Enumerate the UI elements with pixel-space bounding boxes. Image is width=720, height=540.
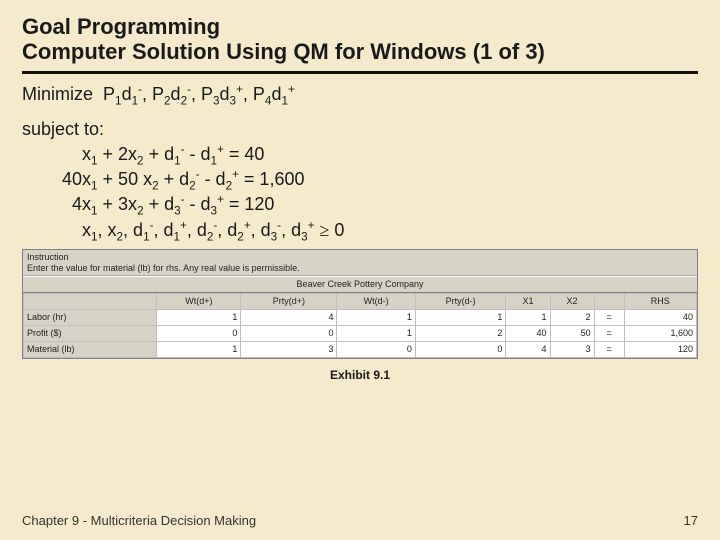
nonnegativity: x1, x2, d1-, d1+, d2-, d2+, d3-, d3+ ≥ 0	[22, 218, 698, 243]
minimize-label: Minimize	[22, 84, 93, 104]
table-header-cell: RHS	[624, 293, 696, 309]
table-header-cell: X1	[506, 293, 550, 309]
instruction-box: Instruction Enter the value for material…	[23, 250, 697, 277]
table-cell[interactable]: 40	[506, 325, 550, 341]
table-cell[interactable]: 1	[415, 309, 506, 325]
title-line1: Goal Programming	[22, 14, 220, 39]
table-cell[interactable]: =	[594, 325, 624, 341]
qm-window: Instruction Enter the value for material…	[22, 249, 698, 359]
table-cell[interactable]: 1	[506, 309, 550, 325]
table-cell[interactable]: 50	[550, 325, 594, 341]
table-cell[interactable]: 0	[241, 325, 337, 341]
table-header-cell: X2	[550, 293, 594, 309]
table-cell[interactable]: 0	[415, 341, 506, 357]
title-line2: Computer Solution Using QM for Windows (…	[22, 39, 545, 64]
table-cell[interactable]: 0	[157, 325, 241, 341]
table-body: Labor (hr)141112=40Profit ($)00124050=1,…	[24, 309, 697, 357]
footer-page-number: 17	[684, 513, 698, 528]
table-header-cell: Prty(d+)	[241, 293, 337, 309]
table-cell[interactable]: =	[594, 341, 624, 357]
instruction-text: Enter the value for material (lb) for rh…	[27, 263, 693, 274]
slide-footer: Chapter 9 - Multicriteria Decision Makin…	[22, 513, 698, 528]
table-header-cell: Prty(d-)	[415, 293, 506, 309]
data-table: Wt(d+)Prty(d+)Wt(d-)Prty(d-)X1X2 RHS Labo…	[23, 293, 697, 358]
table-cell[interactable]: 1	[157, 341, 241, 357]
objective-terms: P1d1-, P2d2-, P3d3+, P4d1+	[103, 84, 295, 104]
constraints-block: subject to: x1 + 2x2 + d1- - d1+ = 40 40…	[22, 117, 698, 243]
table-row: Labor (hr)141112=40	[24, 309, 697, 325]
rhs-cell[interactable]: 1,600	[624, 325, 696, 341]
objective-term: P4d1+	[253, 84, 295, 104]
objective-term: P2d2-	[152, 84, 191, 104]
rhs-cell[interactable]: 40	[624, 309, 696, 325]
nonneg-rhs: 0	[334, 220, 344, 240]
company-title: Beaver Creek Pottery Company	[23, 276, 697, 293]
objective-term: P3d3+	[201, 84, 243, 104]
constraint-2: 40x1 + 50 x2 + d2- - d2+ = 1,600	[22, 167, 698, 192]
geq-symbol: ≥	[319, 220, 329, 240]
table-cell[interactable]: 3	[241, 341, 337, 357]
row-label: Material (lb)	[24, 341, 157, 357]
exhibit-label: Exhibit 9.1	[22, 367, 698, 384]
table-cell[interactable]: 3	[550, 341, 594, 357]
table-header-cell	[594, 293, 624, 309]
table-cell[interactable]: 4	[241, 309, 337, 325]
table-cell[interactable]: 1	[157, 309, 241, 325]
constraint-3: 4x1 + 3x2 + d3- - d3+ = 120	[22, 192, 698, 217]
table-cell[interactable]: 2	[550, 309, 594, 325]
nonneg-vars: x1, x2, d1-, d1+, d2-, d2+, d3-, d3+	[82, 220, 319, 240]
table-cell[interactable]: 1	[337, 325, 415, 341]
table-cell[interactable]: 4	[506, 341, 550, 357]
slide-body: Minimize P1d1-, P2d2-, P3d3+, P4d1+ subj…	[22, 82, 698, 384]
objective-term: P1d1-	[103, 84, 142, 104]
rhs-cell[interactable]: 120	[624, 341, 696, 357]
constraint-1: x1 + 2x2 + d1- - d1+ = 40	[22, 142, 698, 167]
table-header-cell: Wt(d+)	[157, 293, 241, 309]
table-row: Profit ($)00124050=1,600	[24, 325, 697, 341]
table-cell[interactable]: 0	[337, 341, 415, 357]
table-header-row: Wt(d+)Prty(d+)Wt(d-)Prty(d-)X1X2 RHS	[24, 293, 697, 309]
subject-to-label: subject to:	[22, 117, 698, 142]
title-divider	[22, 71, 698, 74]
footer-chapter: Chapter 9 - Multicriteria Decision Makin…	[22, 513, 256, 528]
instruction-title: Instruction	[27, 252, 693, 263]
slide-title: Goal Programming Computer Solution Using…	[22, 14, 698, 65]
table-header-cell	[24, 293, 157, 309]
objective-line: Minimize P1d1-, P2d2-, P3d3+, P4d1+	[22, 82, 698, 107]
table-row: Material (lb)130043=120	[24, 341, 697, 357]
table-cell[interactable]: 2	[415, 325, 506, 341]
table-cell[interactable]: =	[594, 309, 624, 325]
row-label: Profit ($)	[24, 325, 157, 341]
row-label: Labor (hr)	[24, 309, 157, 325]
table-header-cell: Wt(d-)	[337, 293, 415, 309]
table-cell[interactable]: 1	[337, 309, 415, 325]
